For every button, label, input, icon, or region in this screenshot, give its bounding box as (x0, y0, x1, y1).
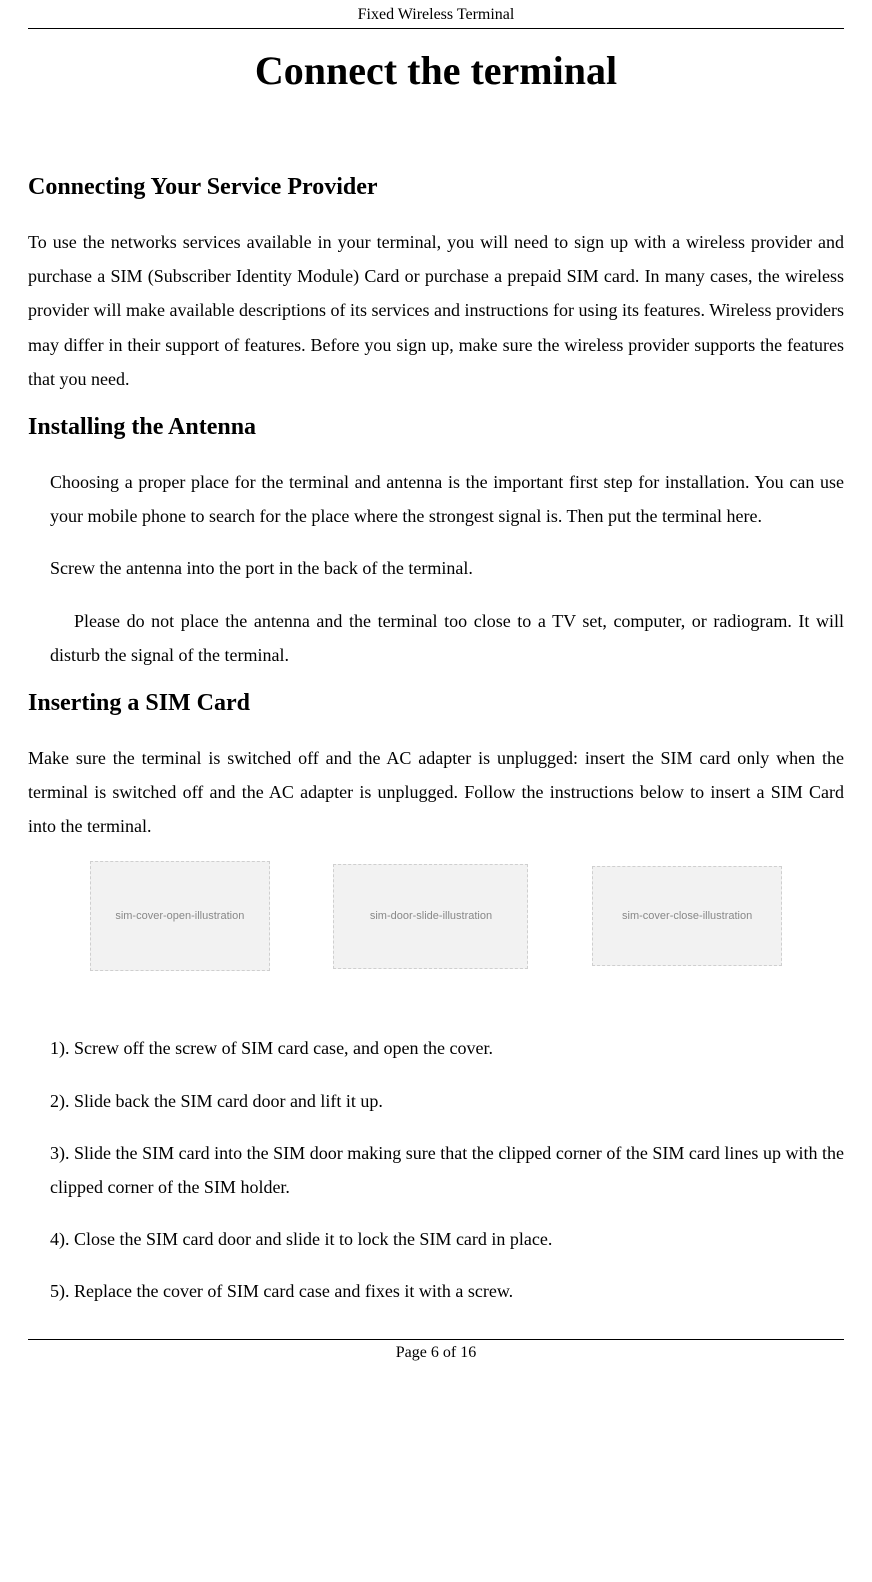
running-header: Fixed Wireless Terminal (28, 0, 844, 28)
sim-steps-block: 1). Screw off the screw of SIM card case… (28, 1031, 844, 1308)
page-title: Connect the terminal (28, 47, 844, 94)
header-rule (28, 28, 844, 29)
paragraph-antenna-2: Screw the antenna into the port in the b… (50, 551, 844, 585)
paragraph-service-provider: To use the networks services available i… (28, 225, 844, 396)
paragraph-antenna-1: Choosing a proper place for the terminal… (50, 465, 844, 533)
section-heading-service-provider: Connecting Your Service Provider (28, 174, 844, 201)
sim-illustration-1: sim-cover-open-illustration (90, 861, 270, 971)
sim-step-3: 3). Slide the SIM card into the SIM door… (50, 1136, 844, 1204)
sim-step-2: 2). Slide back the SIM card door and lif… (50, 1084, 844, 1118)
sim-illustration-2: sim-door-slide-illustration (333, 864, 528, 969)
paragraph-antenna-note: Please do not place the antenna and the … (50, 604, 844, 672)
sim-illustration-3: sim-cover-close-illustration (592, 866, 782, 966)
antenna-block: Choosing a proper place for the terminal… (28, 465, 844, 672)
sim-step-1: 1). Screw off the screw of SIM card case… (50, 1031, 844, 1065)
page-container: Fixed Wireless Terminal Connect the term… (0, 0, 872, 1368)
section-heading-antenna: Installing the Antenna (28, 414, 844, 441)
section-heading-sim: Inserting a SIM Card (28, 690, 844, 717)
page-indicator: Page 6 of 16 (28, 1340, 844, 1368)
paragraph-sim-intro: Make sure the terminal is switched off a… (28, 741, 844, 844)
sim-step-4: 4). Close the SIM card door and slide it… (50, 1222, 844, 1256)
sim-step-5: 5). Replace the cover of SIM card case a… (50, 1274, 844, 1308)
footer-wrap: Page 6 of 16 (28, 1339, 844, 1368)
sim-illustration-row: sim-cover-open-illustration sim-door-sli… (28, 861, 844, 971)
